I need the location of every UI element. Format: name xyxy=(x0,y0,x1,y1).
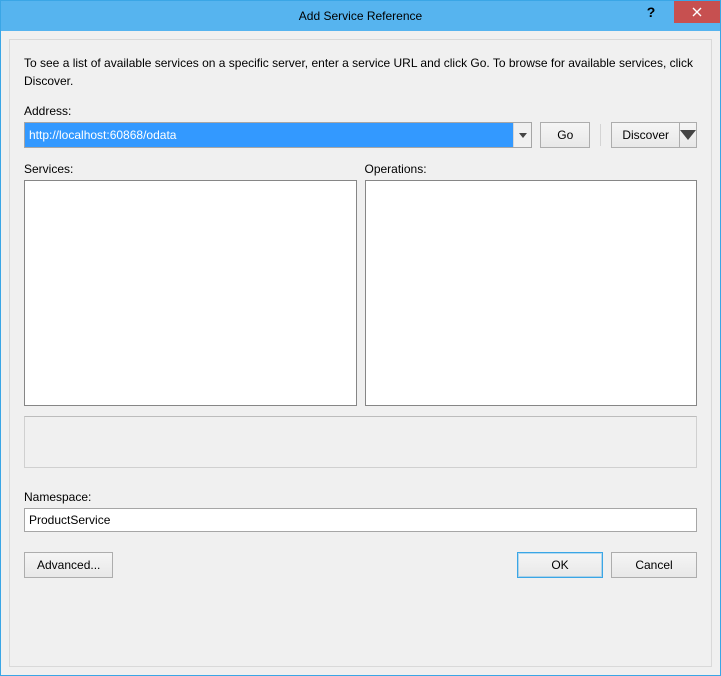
operations-column: Operations: xyxy=(365,162,698,406)
dialog-window: Add Service Reference ? To see a list of… xyxy=(0,0,721,676)
status-box xyxy=(24,416,697,468)
address-label: Address: xyxy=(24,104,697,118)
chevron-down-icon xyxy=(680,130,696,140)
window-title: Add Service Reference xyxy=(1,9,720,23)
advanced-button[interactable]: Advanced... xyxy=(24,552,113,578)
discover-split-button[interactable]: Discover xyxy=(611,122,697,148)
go-button[interactable]: Go xyxy=(540,122,590,148)
discover-button[interactable]: Discover xyxy=(611,122,679,148)
footer-row: Advanced... OK Cancel xyxy=(24,552,697,578)
operations-label: Operations: xyxy=(365,162,698,176)
operations-listbox[interactable] xyxy=(365,180,698,406)
titlebar-controls: ? xyxy=(628,1,720,25)
address-input[interactable] xyxy=(25,123,513,147)
services-column: Services: xyxy=(24,162,357,406)
namespace-label: Namespace: xyxy=(24,490,697,504)
ok-button[interactable]: OK xyxy=(517,552,603,578)
lists-row: Services: Operations: xyxy=(24,162,697,406)
services-listbox[interactable] xyxy=(24,180,357,406)
separator xyxy=(600,124,601,146)
close-icon xyxy=(692,7,702,17)
close-button[interactable] xyxy=(674,1,720,23)
address-row: Go Discover xyxy=(24,122,697,148)
namespace-input[interactable] xyxy=(24,508,697,532)
instruction-text: To see a list of available services on a… xyxy=(24,54,697,90)
help-button[interactable]: ? xyxy=(628,1,674,23)
address-combo[interactable] xyxy=(24,122,532,148)
cancel-button[interactable]: Cancel xyxy=(611,552,697,578)
address-combo-arrow[interactable] xyxy=(513,123,531,147)
namespace-section: Namespace: xyxy=(24,490,697,532)
services-label: Services: xyxy=(24,162,357,176)
client-area: To see a list of available services on a… xyxy=(9,39,712,667)
chevron-down-icon xyxy=(519,133,527,138)
titlebar: Add Service Reference ? xyxy=(1,1,720,31)
discover-dropdown[interactable] xyxy=(679,122,697,148)
